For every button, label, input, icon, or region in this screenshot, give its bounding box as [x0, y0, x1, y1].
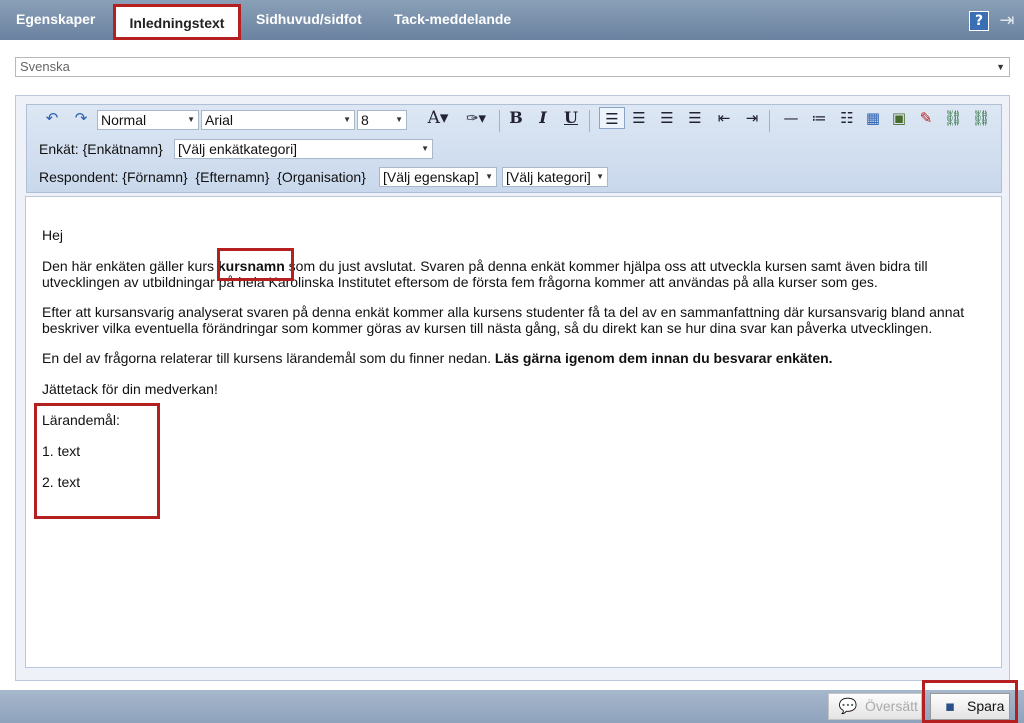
objectives-intro-paragraph: En del av frågorna relaterar till kursen… [42, 350, 987, 366]
outdent-icon[interactable]: ⇤ [713, 107, 735, 129]
rich-text-editor: ↶ ↷ Normal ▼ Arial ▼ 8 ▼ A▾ ✑▾ B I U ☰ ☰ ☰ … [15, 95, 1010, 681]
toolbar-separator [769, 110, 770, 132]
align-center-icon[interactable]: ☰ [628, 107, 650, 129]
translate-button-label: Översätt [865, 698, 918, 714]
spellcheck-icon[interactable]: ✎ [915, 107, 937, 129]
editor-content-area[interactable]: Hej Den här enkäten gäller kurs kursnamn… [25, 196, 1002, 668]
learning-objectives-highlight-box [34, 403, 160, 519]
bulleted-list-icon[interactable]: ☷ [836, 107, 858, 129]
italic-icon[interactable]: I [532, 107, 554, 129]
align-justify-icon[interactable]: ☰ [684, 107, 706, 129]
property-select[interactable]: [Välj egenskap] ▼ [379, 167, 497, 187]
remove-link-icon[interactable]: ⛓ [970, 107, 992, 129]
intro-paragraph: Den här enkäten gäller kurs kursnamn som… [42, 258, 987, 290]
language-select[interactable]: Svenska ▼ [15, 57, 1010, 77]
align-left-icon[interactable]: ☰ [599, 107, 625, 129]
toolbar-separator [499, 110, 500, 132]
chevron-down-icon: ▼ [343, 115, 351, 124]
objectives-intro-emphasis: Läs gärna igenom dem innan du besvarar e… [494, 350, 833, 366]
greeting-text: Hej [42, 227, 64, 243]
chevron-down-icon: ▼ [596, 172, 604, 181]
top-tab-bar: Egenskaper Inledningstext Sidhuvud/sidfo… [0, 0, 1024, 40]
survey-fields-label: Enkät: {Enkätnamn} [39, 141, 163, 157]
underline-icon[interactable]: U [560, 107, 582, 129]
font-size-select-value: 8 [361, 112, 369, 128]
objective-item: 2. text [42, 474, 81, 490]
tab-inledningstext[interactable]: Inledningstext [113, 4, 241, 40]
toolbar-row-survey: Enkät: {Enkätnamn} [Välj enkätkategori] ▼ [27, 135, 1003, 163]
chevron-down-icon: ▼ [421, 144, 429, 153]
logout-icon[interactable]: ⇥ [997, 10, 1017, 32]
tab-tack-meddelande[interactable]: Tack-meddelande [392, 0, 513, 40]
font-size-select[interactable]: 8 ▼ [357, 110, 407, 130]
image-icon[interactable]: ▣ [888, 107, 910, 129]
align-right-icon[interactable]: ☰ [656, 107, 678, 129]
editor-toolbar: ↶ ↷ Normal ▼ Arial ▼ 8 ▼ A▾ ✑▾ B I U ☰ ☰ ☰ … [26, 104, 1002, 193]
analysis-paragraph: Efter att kursansvarig analyserat svaren… [42, 304, 965, 336]
help-icon[interactable]: ? [969, 11, 989, 31]
survey-category-select[interactable]: [Välj enkätkategori] ▼ [174, 139, 433, 159]
tab-egenskaper[interactable]: Egenskaper [14, 0, 97, 40]
numbered-list-icon[interactable]: ≔ [808, 107, 830, 129]
font-select-value: Arial [205, 112, 234, 128]
objective-item: 1. text [42, 443, 81, 459]
table-icon[interactable]: ▦ [862, 107, 884, 129]
course-name-highlight-box [217, 248, 294, 281]
chevron-down-icon: ▼ [187, 115, 195, 124]
footer-bar: 💬 Översätt ▪ Spara [0, 690, 1024, 723]
chevron-down-icon: ▼ [996, 62, 1005, 72]
property-select-value: [Välj egenskap] [383, 169, 479, 185]
horizontal-rule-icon[interactable]: — [780, 107, 802, 129]
highlight-color-icon[interactable]: ✑▾ [459, 107, 493, 129]
format-select-value: Normal [101, 112, 147, 128]
insert-link-icon[interactable]: ⛓ [942, 107, 964, 129]
objectives-intro-text: En del av frågorna relaterar till kursen… [42, 350, 495, 366]
redo-icon[interactable]: ↷ [70, 107, 92, 129]
thanks-text: Jättetack för din medverkan! [42, 381, 218, 397]
toolbar-row-respondent: Respondent: {Förnamn} {Efternamn} {Organ… [27, 163, 1003, 191]
indent-icon[interactable]: ⇥ [741, 107, 763, 129]
chevron-down-icon: ▼ [395, 115, 403, 124]
survey-category-select-value: [Välj enkätkategori] [178, 141, 298, 157]
chevron-down-icon: ▼ [485, 172, 493, 181]
language-select-value: Svenska [20, 59, 70, 74]
undo-icon[interactable]: ↶ [41, 107, 63, 129]
category-select-value: [Välj kategori] [506, 169, 591, 185]
category-select[interactable]: [Välj kategori] ▼ [502, 167, 608, 187]
save-highlight-box [922, 680, 1018, 723]
toolbar-separator [589, 110, 590, 132]
translate-button[interactable]: 💬 Översätt [828, 693, 922, 720]
intro-text-start: Den här enkäten gäller kurs [42, 258, 218, 274]
font-color-icon[interactable]: A▾ [423, 107, 453, 129]
font-select[interactable]: Arial ▼ [201, 110, 355, 130]
learning-objectives-label: Lärandemål: [42, 412, 120, 428]
translate-icon: 💬 [838, 697, 858, 715]
respondent-fields-label: Respondent: {Förnamn} {Efternamn} {Organ… [39, 169, 366, 185]
bold-icon[interactable]: B [505, 107, 527, 129]
format-select[interactable]: Normal ▼ [97, 110, 199, 130]
tab-sidhuvud-sidfot[interactable]: Sidhuvud/sidfot [254, 0, 364, 40]
toolbar-row-formatting: ↶ ↷ Normal ▼ Arial ▼ 8 ▼ A▾ ✑▾ B I U ☰ ☰ ☰ … [27, 107, 1003, 135]
